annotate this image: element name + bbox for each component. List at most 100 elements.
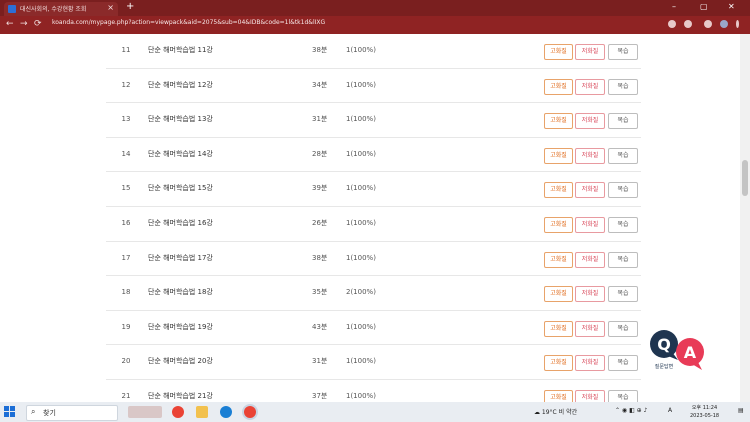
scrollbar[interactable] [740, 34, 750, 402]
windows-start-icon[interactable] [4, 406, 16, 418]
reload-icon[interactable]: ⟳ [34, 19, 42, 29]
tab-title: 대신사회의, 수강현황 조회 [20, 6, 87, 13]
weather-text: 19°C 비 약간 [541, 409, 578, 416]
low-quality-button[interactable]: 저화질 [575, 389, 605, 402]
low-quality-button[interactable]: 저화질 [575, 355, 605, 372]
qa-widget[interactable]: Q A 질문답변 [648, 330, 708, 378]
forward-icon[interactable]: → [20, 19, 28, 29]
lesson-row: 13 단순 해머학습법 13강 31분 1(100%) 고화질 저화질 복습 [106, 103, 641, 138]
back-icon[interactable]: ← [6, 19, 14, 29]
lesson-row: 12 단순 해머학습법 12강 34분 1(100%) 고화질 저화질 복습 [106, 69, 641, 104]
site-favicon-icon [8, 5, 16, 13]
lesson-title[interactable]: 단순 해머학습법 16강 [148, 207, 213, 240]
weather-status[interactable]: ☁ 19°C 비 약간 [534, 407, 577, 416]
low-quality-button[interactable]: 저화질 [575, 320, 605, 337]
lesson-progress: 1(100%) [346, 357, 376, 366]
bookmark-star-icon[interactable] [684, 20, 692, 28]
low-quality-button[interactable]: 저화질 [575, 286, 605, 303]
lesson-number: 15 [121, 184, 131, 193]
low-quality-button[interactable]: 저화질 [575, 44, 605, 60]
extensions-icon[interactable] [704, 20, 712, 28]
maximize-icon[interactable]: ▢ [700, 2, 708, 11]
high-quality-button[interactable]: 고화질 [544, 216, 573, 233]
menu-icon[interactable] [736, 20, 739, 28]
lesson-title[interactable]: 단순 해머학습법 21강 [148, 380, 213, 402]
lesson-title[interactable]: 단순 해머학습법 18강 [148, 276, 213, 309]
lesson-progress: 1(100%) [346, 322, 376, 331]
review-button[interactable]: 복습 [608, 147, 638, 164]
file-explorer-icon[interactable] [196, 406, 208, 418]
review-button[interactable]: 복습 [608, 113, 638, 130]
lesson-title[interactable]: 단순 해머학습법 12강 [148, 69, 213, 102]
lesson-progress: 1(100%) [346, 218, 376, 227]
low-quality-button[interactable]: 저화질 [575, 147, 605, 164]
share-icon[interactable] [668, 20, 676, 28]
lesson-title[interactable]: 단순 해머학습법 11강 [148, 34, 213, 67]
minimize-icon[interactable]: – [672, 2, 676, 11]
clock[interactable]: 오후 11:24 2023-05-18 [690, 404, 719, 420]
review-button[interactable]: 복습 [608, 182, 638, 199]
notification-icon[interactable]: ▤ [738, 407, 744, 414]
lesson-duration: 38분 [312, 253, 328, 262]
chrome-icon[interactable] [172, 406, 184, 418]
review-button[interactable]: 복습 [608, 355, 638, 372]
search-placeholder: 찾기 [43, 409, 56, 417]
scrollbar-thumb[interactable] [742, 160, 748, 196]
high-quality-button[interactable]: 고화질 [544, 286, 573, 303]
tray-icons[interactable]: ⌃ ◉ ◧ ⊕ ♪ [615, 407, 647, 414]
lesson-row: 15 단순 해머학습법 15강 39분 1(100%) 고화질 저화질 복습 [106, 172, 641, 207]
lesson-title[interactable]: 단순 해머학습법 15강 [148, 172, 213, 205]
lesson-number: 14 [121, 149, 131, 158]
ime-indicator[interactable]: A [668, 407, 672, 414]
qa-caption: 질문답변 [655, 363, 674, 370]
tab-close-icon[interactable]: × [107, 3, 114, 12]
lesson-title[interactable]: 단순 해머학습법 17강 [148, 242, 213, 275]
lesson-row: 21 단순 해머학습법 21강 37분 1(100%) 고화질 저화질 복습 [106, 380, 641, 402]
high-quality-button[interactable]: 고화질 [544, 320, 573, 337]
url-field[interactable]: koanda.com/mypage.php?action=viewpack&ai… [52, 19, 652, 31]
high-quality-button[interactable]: 고화질 [544, 78, 573, 95]
review-button[interactable]: 복습 [608, 78, 638, 95]
review-button[interactable]: 복습 [608, 320, 638, 337]
page-content: 11 단순 해머학습법 11강 38분 1(100%) 고화질 저화질 복습 12 단순 해머학… [0, 34, 740, 402]
lesson-duration: 38분 [312, 46, 328, 54]
high-quality-button[interactable]: 고화질 [544, 182, 573, 199]
review-button[interactable]: 복습 [608, 286, 638, 303]
high-quality-button[interactable]: 고화질 [544, 355, 573, 372]
taskbar-search-box[interactable]: ⌕ 찾기 [26, 405, 118, 421]
lesson-row: 17 단순 해머학습법 17강 38분 1(100%) 고화질 저화질 복습 [106, 242, 641, 277]
lesson-row: 11 단순 해머학습법 11강 38분 1(100%) 고화질 저화질 복습 [106, 34, 641, 69]
low-quality-button[interactable]: 저화질 [575, 113, 605, 130]
low-quality-button[interactable]: 저화질 [575, 216, 605, 233]
high-quality-button[interactable]: 고화질 [544, 113, 573, 130]
lesson-title[interactable]: 단순 해머학습법 19강 [148, 311, 213, 344]
low-quality-button[interactable]: 저화질 [575, 182, 605, 199]
lesson-title[interactable]: 단순 해머학습법 20강 [148, 345, 213, 378]
chrome-active-icon[interactable] [244, 406, 256, 418]
taskbar-widget-icon[interactable] [128, 406, 162, 418]
review-button[interactable]: 복습 [608, 389, 638, 402]
lesson-number: 11 [121, 46, 131, 54]
lesson-number: 12 [121, 80, 131, 89]
lesson-row: 19 단순 해머학습법 19강 43분 1(100%) 고화질 저화질 복습 [106, 311, 641, 346]
profile-avatar[interactable] [720, 20, 728, 28]
close-window-icon[interactable]: ✕ [728, 2, 735, 11]
review-button[interactable]: 복습 [608, 251, 638, 268]
lesson-title[interactable]: 단순 해머학습법 14강 [148, 138, 213, 171]
low-quality-button[interactable]: 저화질 [575, 251, 605, 268]
lesson-progress: 1(100%) [346, 253, 376, 262]
high-quality-button[interactable]: 고화질 [544, 44, 573, 60]
review-button[interactable]: 복습 [608, 216, 638, 233]
new-tab-button[interactable]: + [126, 1, 134, 12]
high-quality-button[interactable]: 고화질 [544, 251, 573, 268]
low-quality-button[interactable]: 저화질 [575, 78, 605, 95]
high-quality-button[interactable]: 고화질 [544, 389, 573, 402]
lesson-duration: 37분 [312, 391, 328, 400]
high-quality-button[interactable]: 고화질 [544, 147, 573, 164]
lesson-title[interactable]: 단순 해머학습법 13강 [148, 103, 213, 136]
browser-tab[interactable]: 대신사회의, 수강현황 조회 × [4, 2, 118, 16]
lesson-progress: 1(100%) [346, 115, 376, 124]
edge-icon[interactable] [220, 406, 232, 418]
qa-a-letter: A [684, 343, 697, 362]
review-button[interactable]: 복습 [608, 44, 638, 60]
